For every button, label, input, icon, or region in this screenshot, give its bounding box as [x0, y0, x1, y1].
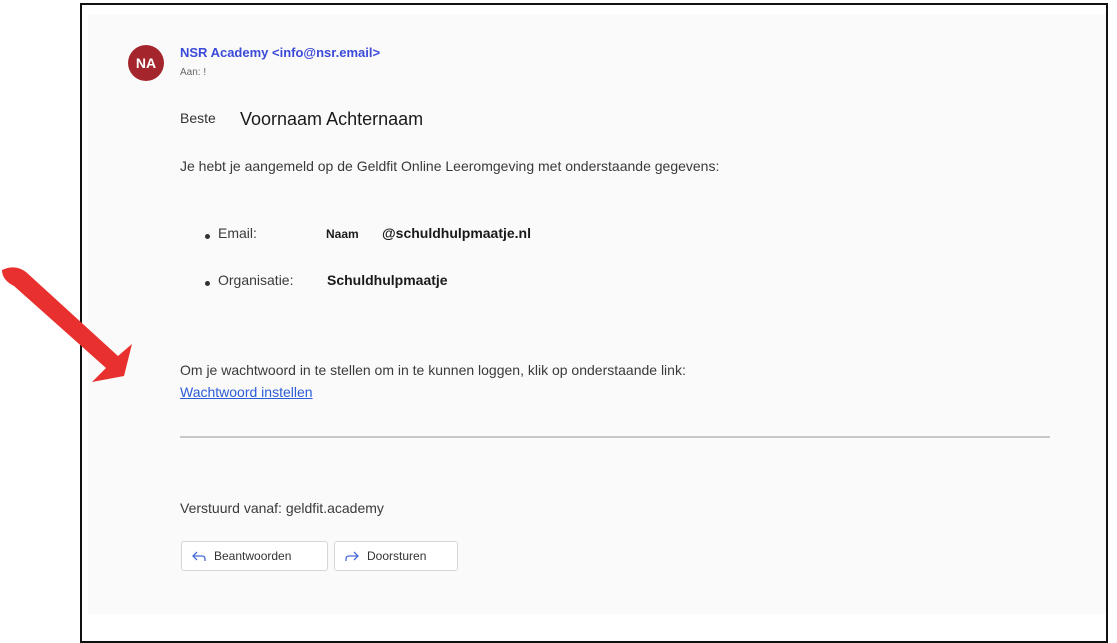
instruction-text: Om je wachtwoord in te stellen om in te … [180, 362, 686, 378]
organisation-value: Schuldhulpmaatje [327, 272, 448, 288]
avatar: NA [128, 45, 164, 81]
forward-icon [345, 550, 359, 562]
recipient-name: Voornaam Achternaam [240, 109, 424, 129]
reply-icon [192, 550, 206, 562]
email-name-value: Naam [326, 227, 359, 241]
email-domain-value: @schuldhulpmaatje.nl [382, 225, 532, 241]
email-label: Email: [218, 225, 257, 241]
sent-from-text: Verstuurd vanaf: geldfit.academy [180, 500, 384, 516]
recipient-line: Aan: ! [180, 67, 207, 78]
organisation-label: Organisatie: [218, 272, 294, 288]
intro-text: Je hebt je aangemeld op de Geldfit Onlin… [180, 158, 720, 174]
sender-name[interactable]: NSR Academy <info@nsr.email> [180, 45, 380, 60]
arrow-shaft [2, 267, 132, 382]
reply-label: Beantwoorden [214, 549, 292, 563]
red-arrow-icon [2, 267, 132, 382]
forward-button[interactable]: Doorsturen [334, 541, 458, 571]
email-reading-pane [88, 14, 1106, 614]
divider [180, 436, 1050, 438]
greeting: Beste [180, 110, 216, 126]
set-password-link[interactable]: Wachtwoord instellen [180, 384, 313, 400]
reply-button[interactable]: Beantwoorden [181, 541, 328, 571]
bullet-email [205, 234, 210, 239]
bullet-organisation [205, 281, 210, 286]
forward-label: Doorsturen [367, 549, 427, 563]
